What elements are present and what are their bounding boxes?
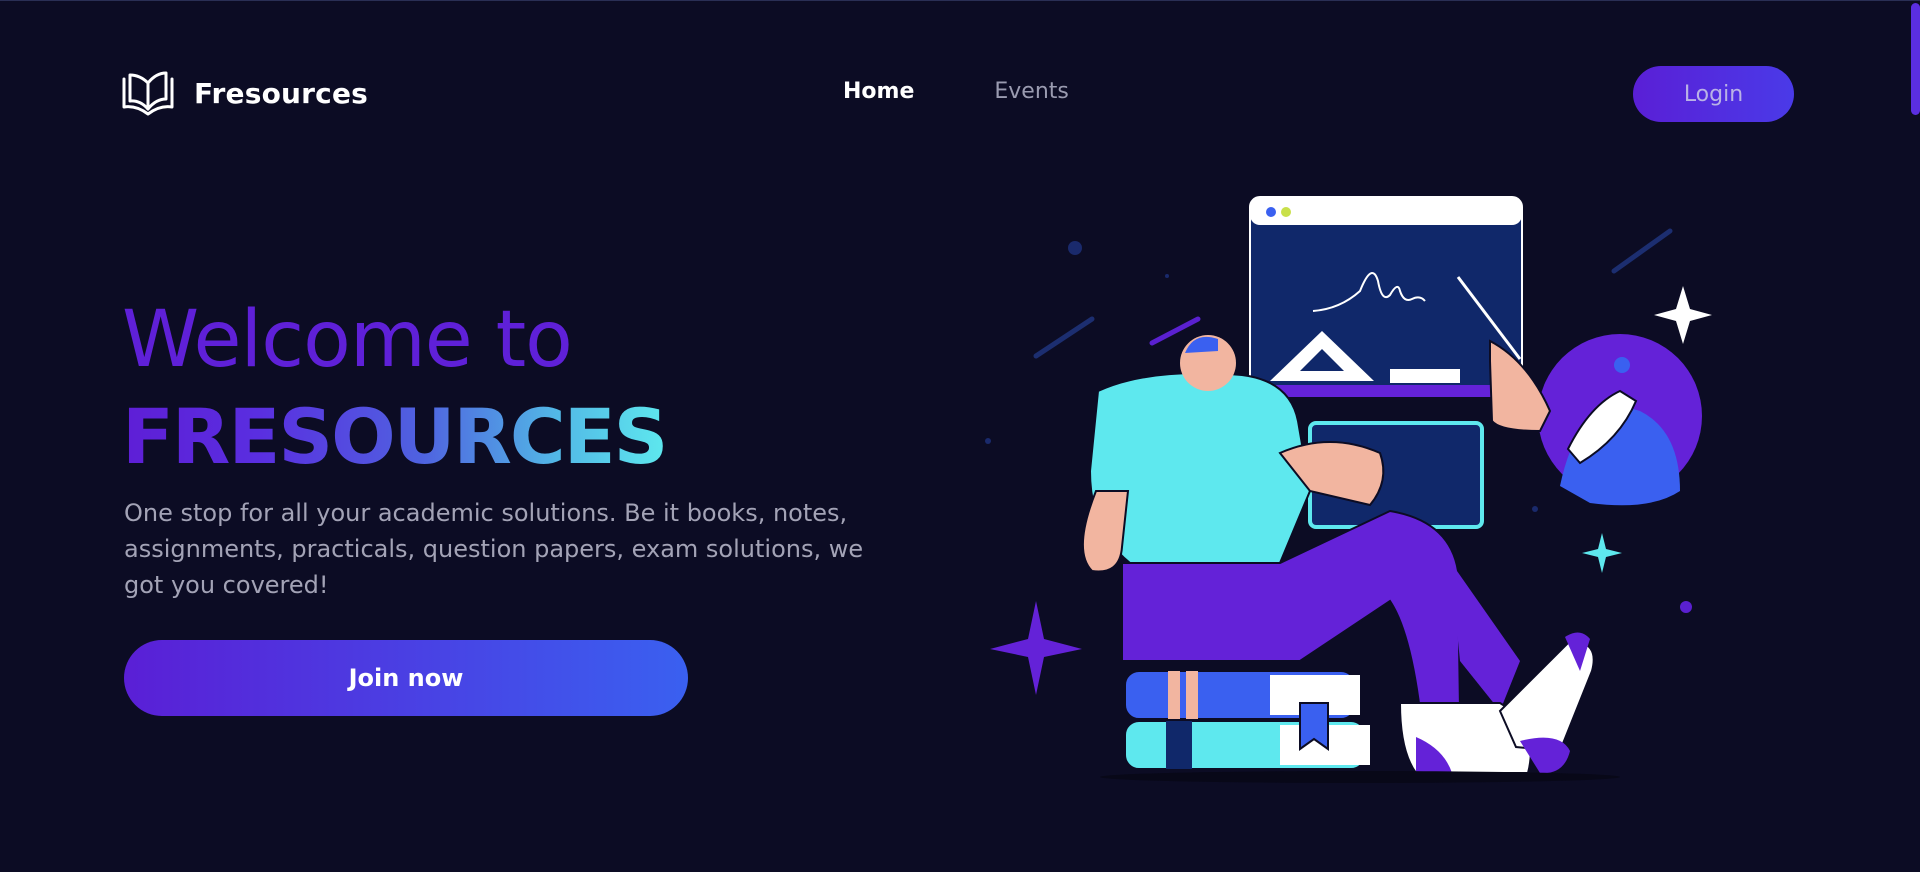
main-nav: Home Events (843, 79, 1069, 104)
join-now-button[interactable]: Join now (124, 640, 688, 716)
scrollbar-thumb[interactable] (1911, 3, 1920, 115)
page-scrollbar[interactable] (1908, 1, 1920, 872)
hero-welcome-text: Welcome to (122, 295, 573, 385)
nav-home-link[interactable]: Home (843, 79, 914, 104)
nav-events-link[interactable]: Events (994, 79, 1069, 104)
hero-title: FRESOURCES (122, 392, 668, 481)
open-book-icon (120, 69, 176, 117)
landing-page: Fresources Home Events Login Welcome to … (0, 0, 1920, 872)
brand-name: Fresources (194, 76, 369, 110)
hero-illustration (980, 191, 1720, 791)
hero-tagline: One stop for all your academic solutions… (124, 499, 864, 599)
brand-logo[interactable]: Fresources (120, 69, 368, 117)
login-button[interactable]: Login (1633, 66, 1794, 122)
